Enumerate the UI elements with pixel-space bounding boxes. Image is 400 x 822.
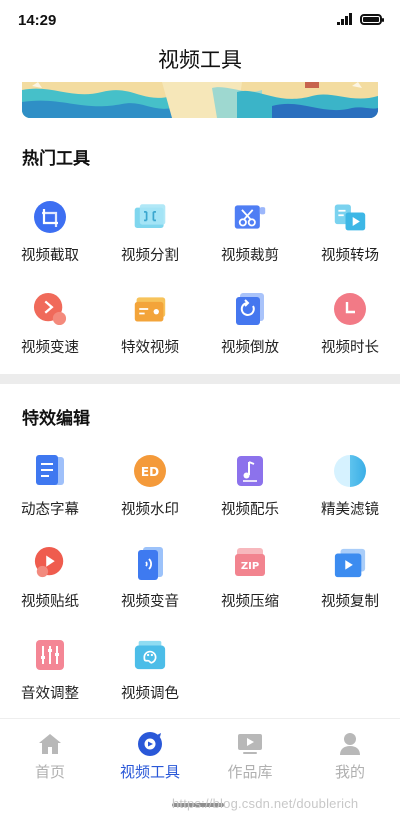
effects-icon (133, 292, 167, 326)
home-icon (37, 731, 63, 757)
status-bar: 14:29 (0, 0, 400, 40)
watermark-glyph: ED (141, 465, 159, 479)
battery-icon (360, 13, 384, 25)
tab-home[interactable]: 首页 (0, 719, 100, 792)
tool-video-trim[interactable]: 视频裁剪 (200, 186, 300, 278)
status-time: 14:29 (18, 12, 57, 29)
tab-video-tools[interactable]: 视频工具 (100, 719, 200, 792)
tool-label: 视频转场 (321, 248, 379, 264)
crop-icon (33, 200, 67, 234)
tool-video-duration[interactable]: 视频时长 (300, 278, 400, 370)
section-title-hot-tools: 热门工具 (22, 149, 90, 168)
tool-video-compress[interactable]: ZIP 视频压缩 (200, 532, 300, 624)
signal-icon (337, 13, 352, 25)
palette-icon (133, 638, 167, 672)
tool-label: 动态字幕 (21, 502, 79, 518)
reverse-icon (233, 292, 267, 326)
tab-label: 首页 (34, 764, 65, 781)
tool-video-copy[interactable]: 视频复制 (300, 532, 400, 624)
tool-label: 特效视频 (121, 340, 179, 356)
tool-video-transition[interactable]: 视频转场 (300, 186, 400, 278)
tool-beautiful-filters[interactable]: 精美滤镜 (300, 440, 400, 532)
tool-video-reverse[interactable]: 视频倒放 (200, 278, 300, 370)
watermark-icon: ED (133, 454, 167, 488)
tool-label: 视频贴纸 (21, 594, 79, 610)
section-title-effects-editing: 特效编辑 (22, 409, 90, 428)
section-divider (0, 374, 400, 384)
profile-icon (337, 731, 363, 757)
music-icon (233, 454, 267, 488)
scissors-icon (233, 200, 267, 234)
compress-icon: ZIP (233, 546, 267, 580)
tool-label: 视频压缩 (221, 594, 279, 610)
page-title: 视频工具 (158, 49, 242, 72)
tool-video-color[interactable]: 视频调色 (100, 624, 200, 716)
split-icon (133, 200, 167, 234)
effects-editing-grid: 动态字幕 ED 视频水印 视频配乐 精美滤镜 视频贴纸 视频变音 ZIP 视频压 (0, 440, 400, 716)
tool-video-capture[interactable]: 视频截取 (0, 186, 100, 278)
tool-label: 视频配乐 (221, 502, 279, 518)
tool-video-watermark[interactable]: ED 视频水印 (100, 440, 200, 532)
sticker-icon (33, 546, 67, 580)
speed-icon (33, 292, 67, 326)
bottom-tab-bar: 首页 视频工具 作品库 我的 (0, 718, 400, 792)
subtitle-icon (33, 454, 67, 488)
tool-label: 音效调整 (21, 686, 79, 702)
tool-label: 视频时长 (321, 340, 379, 356)
banner-illustration (22, 82, 378, 118)
tool-voice-change[interactable]: 视频变音 (100, 532, 200, 624)
equalizer-icon (33, 638, 67, 672)
tool-label: 精美滤镜 (321, 502, 379, 518)
voice-change-icon (133, 546, 167, 580)
transition-icon (333, 200, 367, 234)
tool-label: 视频变音 (121, 594, 179, 610)
video-tools-icon (137, 731, 163, 757)
tool-label: 视频分割 (121, 248, 179, 264)
tool-video-split[interactable]: 视频分割 (100, 186, 200, 278)
copy-icon (333, 546, 367, 580)
tool-label: 视频复制 (321, 594, 379, 610)
tool-effects-video[interactable]: 特效视频 (100, 278, 200, 370)
tab-profile[interactable]: 我的 (300, 719, 400, 792)
tool-label: 视频变速 (21, 340, 79, 356)
tab-label: 我的 (334, 764, 365, 781)
watermark-text: https://blog.csdn.net/doublerich (172, 796, 359, 811)
hot-tools-grid: 视频截取 视频分割 视频裁剪 视频转场 视频变速 特效视频 视频倒放 视频时长 (0, 186, 400, 370)
tab-label: 视频工具 (119, 764, 180, 781)
library-icon (237, 731, 263, 757)
status-icons (337, 13, 384, 25)
compress-glyph: ZIP (241, 561, 259, 572)
clock-icon (333, 292, 367, 326)
tab-library[interactable]: 作品库 (200, 719, 300, 792)
tool-dynamic-subtitles[interactable]: 动态字幕 (0, 440, 100, 532)
tool-sound-effects[interactable]: 音效调整 (0, 624, 100, 716)
tool-label: 视频裁剪 (221, 248, 279, 264)
tool-label: 视频截取 (21, 248, 79, 264)
tool-label: 视频倒放 (221, 340, 279, 356)
tool-video-stickers[interactable]: 视频贴纸 (0, 532, 100, 624)
banner[interactable] (22, 82, 378, 118)
tool-video-speed[interactable]: 视频变速 (0, 278, 100, 370)
filter-icon (333, 454, 367, 488)
tool-label: 视频调色 (121, 686, 179, 702)
tool-label: 视频水印 (121, 502, 179, 518)
tool-video-music[interactable]: 视频配乐 (200, 440, 300, 532)
tab-label: 作品库 (227, 764, 273, 781)
